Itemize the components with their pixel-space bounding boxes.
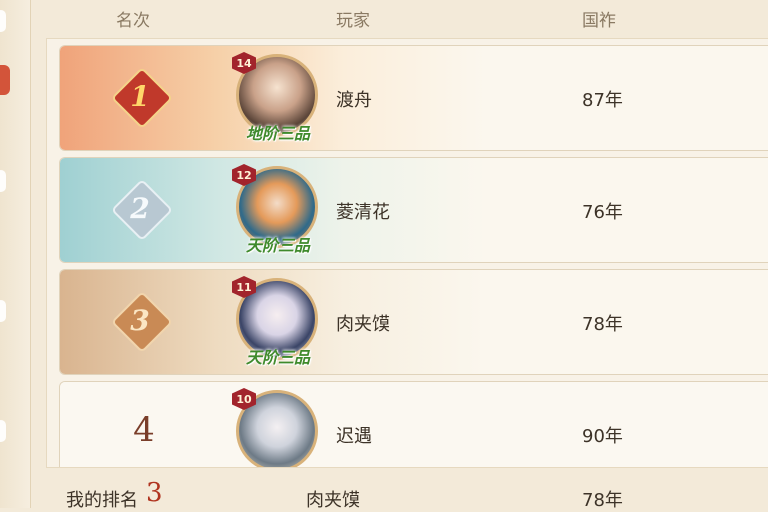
player-name: 迟遇 bbox=[336, 426, 372, 447]
rank-title-label: 地阶三品 bbox=[245, 124, 310, 143]
side-tab-marker[interactable] bbox=[0, 300, 6, 322]
rank-number: 2 bbox=[130, 191, 150, 225]
side-tab-marker[interactable] bbox=[0, 10, 6, 32]
rank-title-label: 天阶三品 bbox=[245, 236, 310, 255]
active-side-tab[interactable] bbox=[0, 65, 10, 95]
side-tab-strip bbox=[0, 0, 31, 508]
my-player-score: 78年 bbox=[582, 490, 623, 511]
player-score: 90年 bbox=[582, 426, 623, 447]
player-avatar[interactable]: 10 bbox=[232, 388, 324, 467]
my-rank-value: 3 bbox=[146, 478, 163, 508]
player-column-header: 玩家 bbox=[336, 11, 370, 31]
player-score: 78年 bbox=[582, 314, 623, 335]
leaderboard-row[interactable]: 2 12 天阶三品 菱清花 76年 bbox=[59, 157, 768, 263]
player-avatar[interactable]: 11 天阶三品 bbox=[232, 276, 324, 368]
player-name: 肉夹馍 bbox=[336, 314, 390, 335]
my-rank-bar: 我的排名 3 肉夹馍 78年 bbox=[30, 472, 768, 511]
leaderboard-header: 名次 玩家 国祚 bbox=[30, 0, 768, 34]
leaderboard-row[interactable]: 3 11 天阶三品 肉夹馍 78年 bbox=[59, 269, 768, 375]
leaderboard-row[interactable]: 4 10 迟遇 90年 bbox=[59, 381, 768, 467]
rank-number: 3 bbox=[130, 303, 150, 337]
rank-number: 1 bbox=[130, 79, 150, 113]
rank-column-header: 名次 bbox=[116, 11, 150, 31]
leaderboard-row[interactable]: 1 14 地阶三品 渡舟 87年 bbox=[59, 45, 768, 151]
player-avatar[interactable]: 14 地阶三品 bbox=[232, 52, 324, 144]
score-column-header: 国祚 bbox=[582, 11, 616, 31]
player-avatar[interactable]: 12 天阶三品 bbox=[232, 164, 324, 256]
player-name: 渡舟 bbox=[336, 90, 372, 111]
leaderboard-list[interactable]: 1 14 地阶三品 渡舟 87年 2 12 天阶三品 菱清花 76年 3 11 … bbox=[46, 38, 768, 468]
rank-number: 4 bbox=[133, 410, 155, 450]
rank-title-label: 天阶三品 bbox=[245, 348, 310, 367]
my-player-name: 肉夹馍 bbox=[306, 490, 360, 511]
player-score: 76年 bbox=[582, 202, 623, 223]
side-tab-marker[interactable] bbox=[0, 170, 6, 192]
my-rank-label: 我的排名 bbox=[66, 490, 138, 511]
player-name: 菱清花 bbox=[336, 202, 390, 223]
side-tab-marker[interactable] bbox=[0, 420, 6, 442]
player-score: 87年 bbox=[582, 90, 623, 111]
